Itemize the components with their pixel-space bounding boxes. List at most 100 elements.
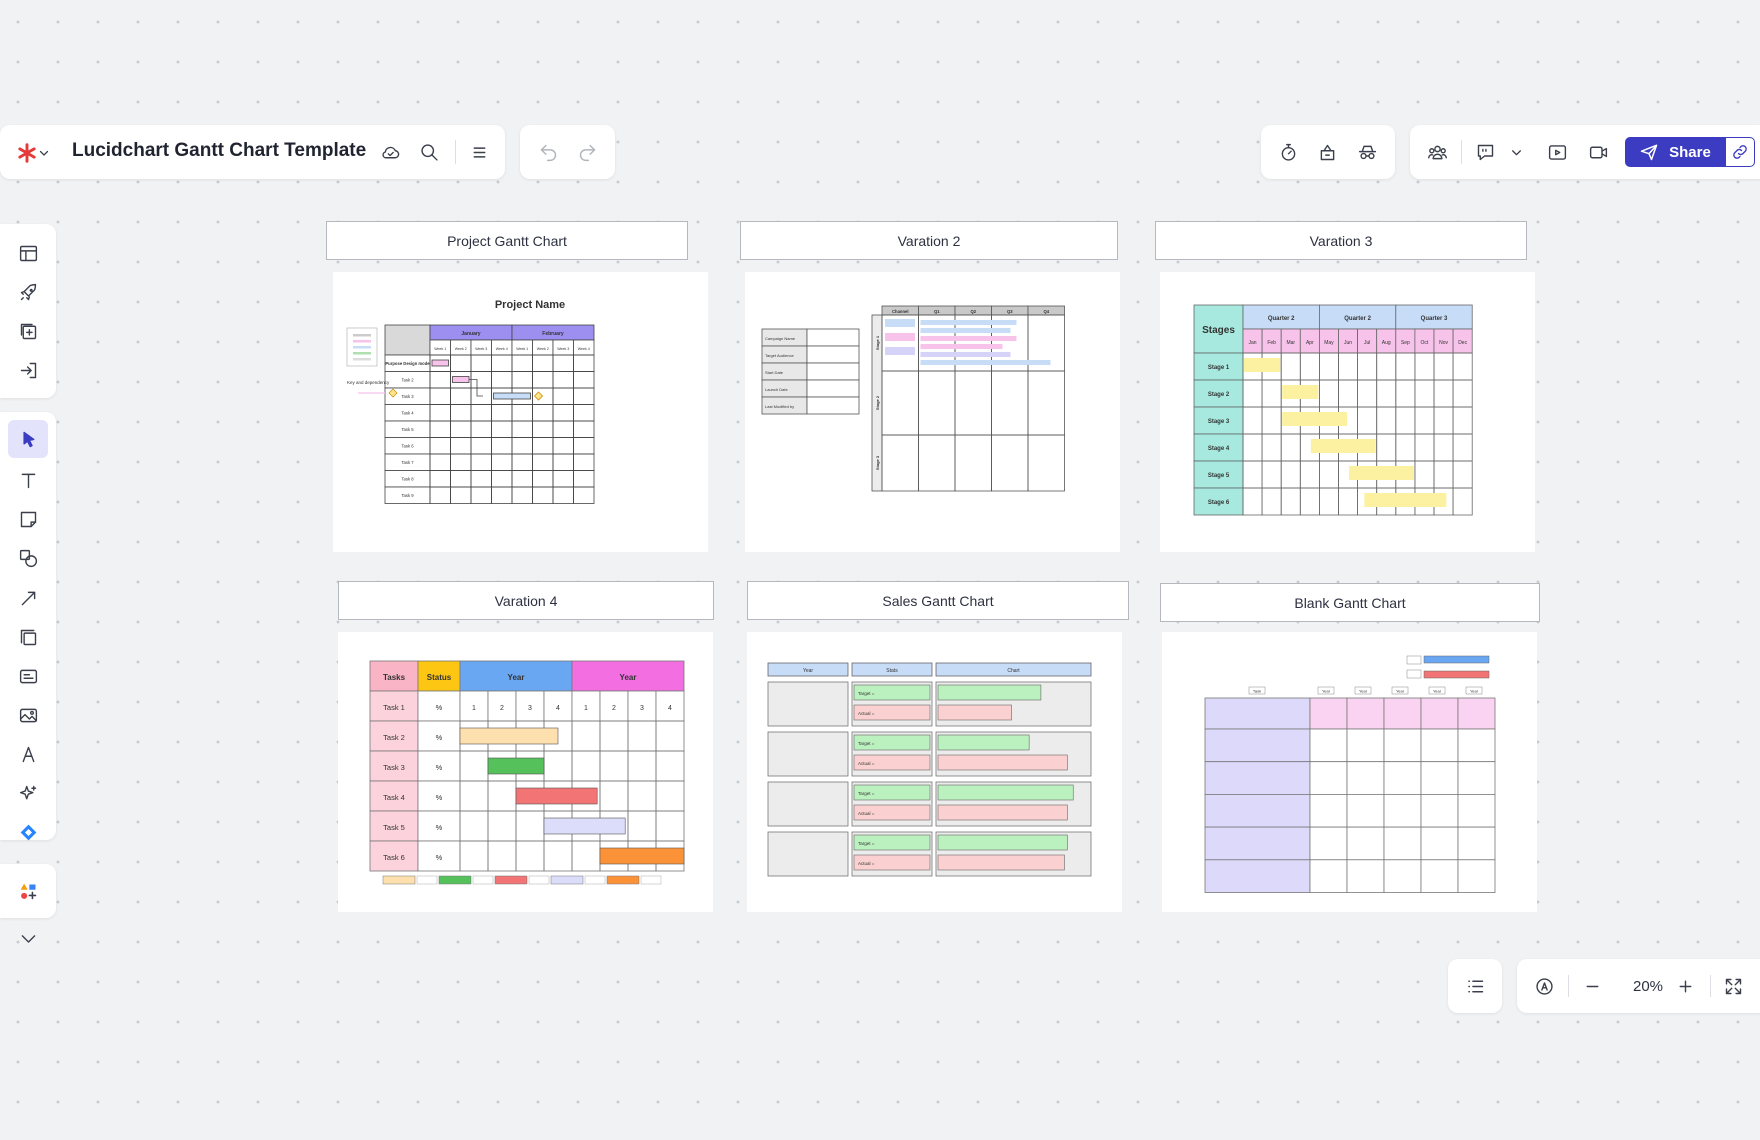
period-label: 1: [584, 705, 588, 712]
grid-cell: [1457, 761, 1496, 795]
variation-4-diagram: Tasks Status Year Year 1 2 3 4 1 2 3 4 Task 1 % Task 2…: [369, 660, 685, 885]
select-tool[interactable]: [8, 420, 48, 458]
field-value-cell: [806, 362, 860, 381]
grid-cell: [1376, 433, 1397, 462]
actual-bar: [937, 704, 1012, 721]
document-title[interactable]: Lucidchart Gantt Chart Template: [72, 140, 366, 162]
thumb-variation-2[interactable]: Campaign Name Target Audience Start Date La…: [745, 272, 1120, 552]
sticky-note-icon[interactable]: [14, 505, 42, 533]
text-tool-icon[interactable]: [14, 466, 42, 494]
list-view-icon[interactable]: [1461, 973, 1489, 999]
stage-label: Stage 5: [1208, 473, 1230, 479]
grid-cell: [1383, 826, 1422, 861]
grid-cell: [450, 387, 472, 405]
rocket-icon[interactable]: [14, 278, 42, 306]
pen-tool-icon[interactable]: [14, 740, 42, 768]
task-cell: [1204, 826, 1311, 861]
timer-icon[interactable]: [1275, 139, 1301, 165]
grid-cell: [511, 354, 533, 372]
month-label: Aug: [1382, 340, 1391, 346]
grid-cell: [1395, 352, 1416, 381]
chevron-down-icon[interactable]: [1508, 144, 1524, 160]
task-bar: [452, 376, 470, 383]
grid-cell: [1414, 352, 1435, 381]
undo-icon[interactable]: [535, 139, 561, 165]
share-button[interactable]: Share: [1625, 137, 1725, 167]
col-label: Q1: [934, 309, 940, 314]
stats-label: Stats: [886, 668, 898, 674]
grid-cell: [1452, 406, 1473, 435]
status-value: %: [436, 793, 443, 802]
frame-label-variation-3[interactable]: Varation 3: [1155, 221, 1527, 260]
frame-label-sales-gantt[interactable]: Sales Gantt Chart: [747, 581, 1129, 620]
copy-link-button[interactable]: [1725, 137, 1755, 167]
grid-cell: [1383, 761, 1422, 795]
present-icon[interactable]: [1544, 139, 1570, 165]
lucid-logo-menu-button[interactable]: [10, 139, 56, 167]
col-label: Q3: [1007, 309, 1013, 314]
actual-bar: [937, 854, 1065, 871]
image-tool-icon[interactable]: [14, 701, 42, 729]
cloud-saved-icon[interactable]: [376, 140, 404, 164]
grid-cell: [450, 354, 472, 372]
ai-sparkle-icon[interactable]: [14, 779, 42, 807]
thumb-variation-3[interactable]: Stages Quarter 2 Quarter 2 Quarter 3 Jan Feb M…: [1160, 272, 1535, 552]
video-call-icon[interactable]: [1584, 139, 1612, 165]
frame-tool-icon[interactable]: [14, 623, 42, 651]
toolbar-divider: [1710, 975, 1711, 997]
redo-icon[interactable]: [574, 139, 600, 165]
add-page-icon[interactable]: [14, 317, 42, 345]
grid-cell: [655, 780, 685, 812]
field-label: Start Date: [765, 370, 784, 375]
grid-cell: [1420, 859, 1459, 893]
legend-swatch: [438, 875, 472, 885]
fit-to-screen-icon[interactable]: [1720, 973, 1746, 999]
week-label: Week 1: [434, 347, 446, 351]
grid-cell: [511, 420, 533, 438]
card-tool-icon[interactable]: [14, 662, 42, 690]
stage-label: Stage 4: [1208, 446, 1230, 452]
month-label: Jun: [1344, 340, 1352, 346]
templates-icon[interactable]: [14, 239, 42, 267]
tasks-label: Tasks: [383, 673, 406, 682]
incognito-icon[interactable]: [1353, 139, 1381, 165]
grid-cell: [1376, 352, 1397, 381]
comment-icon[interactable]: [1472, 139, 1498, 165]
frame-label-variation-4[interactable]: Varation 4: [338, 581, 714, 620]
grid-cell: [487, 780, 517, 812]
voting-icon[interactable]: [1314, 139, 1340, 165]
status-label: Status: [427, 673, 452, 682]
thumb-sales-gantt[interactable]: Year Stats Chart Target = Actual = Target = Ac…: [747, 632, 1122, 912]
actual-bar: [937, 754, 1068, 771]
grid-cell: [1338, 379, 1359, 408]
import-icon[interactable]: [14, 356, 42, 384]
variation-2-diagram: Campaign Name Target Audience Start Date La…: [761, 305, 1065, 492]
grid-cell: [450, 470, 472, 488]
jira-icon[interactable]: [14, 818, 42, 846]
year-cell: [767, 731, 849, 777]
period-header-cell: [1309, 697, 1348, 730]
frame-label-blank-gantt[interactable]: Blank Gantt Chart: [1160, 583, 1540, 622]
zoom-level[interactable]: 20%: [1622, 978, 1674, 995]
frame-label-project-gantt[interactable]: Project Gantt Chart: [326, 221, 688, 260]
target-bar: [937, 834, 1068, 851]
grid-cell: [532, 404, 554, 422]
shape-library-icon[interactable]: [14, 877, 42, 905]
thumb-project-gantt[interactable]: Project Name January February Week 1 Week 2 W…: [333, 272, 708, 552]
thumb-variation-4[interactable]: Tasks Status Year Year 1 2 3 4 1 2 3 4 Task 1% Task 2…: [338, 632, 713, 912]
collaborators-icon[interactable]: [1422, 139, 1452, 165]
zoom-out-icon[interactable]: [1579, 973, 1605, 999]
grid-cell: [532, 486, 554, 504]
grid-cell: [573, 470, 595, 488]
frame-label-variation-2[interactable]: Varation 2: [740, 221, 1118, 260]
thumb-blank-gantt[interactable]: LastNextTaskYearYearYearYearYear: [1162, 632, 1537, 912]
zoom-in-icon[interactable]: [1672, 973, 1698, 999]
chevron-down-icon[interactable]: [14, 925, 42, 951]
month-label: February: [542, 331, 564, 337]
line-tool-icon[interactable]: [14, 584, 42, 612]
shapes-icon[interactable]: [14, 544, 42, 572]
navigator-icon[interactable]: [1531, 973, 1557, 999]
hamburger-menu-icon[interactable]: [466, 139, 492, 165]
grid-cell: [1433, 433, 1454, 462]
search-icon[interactable]: [416, 139, 442, 165]
